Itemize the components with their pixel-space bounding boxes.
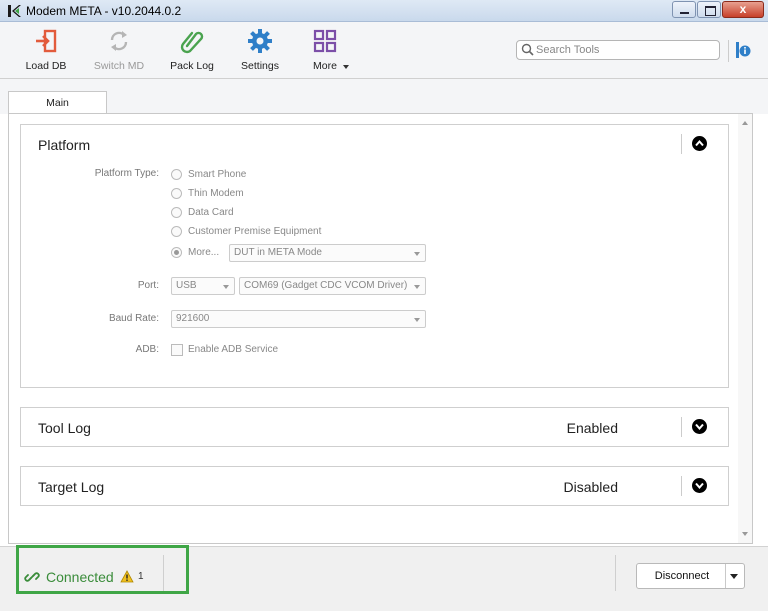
platform-panel: Platform Platform Type: Smart Phone Thin… bbox=[20, 124, 729, 388]
title-bar: Modem META - v10.2044.0.2 x bbox=[0, 0, 768, 22]
settings-button[interactable]: Settings bbox=[229, 28, 291, 76]
chevron-down-icon bbox=[414, 252, 420, 256]
meta-mode-value: DUT in META Mode bbox=[234, 247, 322, 258]
enable-adb-checkbox[interactable] bbox=[171, 344, 183, 356]
chevron-down-icon[interactable] bbox=[730, 574, 738, 579]
tool-log-title: Tool Log bbox=[38, 420, 91, 436]
disconnect-label: Disconnect bbox=[654, 570, 710, 582]
port-value: COM69 (Gadget CDC VCOM Driver) bbox=[244, 280, 408, 291]
switch-md-icon bbox=[110, 31, 128, 51]
gear-icon bbox=[248, 29, 272, 53]
enable-adb-label: Enable ADB Service bbox=[188, 344, 279, 355]
radio-label: Smart Phone bbox=[188, 169, 247, 180]
radio-dot bbox=[171, 169, 182, 180]
switch-md-label: Switch MD bbox=[93, 60, 145, 72]
paperclip-icon bbox=[180, 31, 204, 54]
scroll-up-icon[interactable] bbox=[742, 121, 748, 125]
info-panel-icon[interactable] bbox=[735, 41, 751, 59]
disconnect-button[interactable]: Disconnect bbox=[636, 563, 745, 589]
warning-count: 1 bbox=[138, 571, 144, 582]
target-log-panel: Target Log Disabled bbox=[20, 466, 729, 506]
target-log-status: Disabled bbox=[563, 479, 618, 495]
status-separator bbox=[615, 555, 616, 591]
target-log-expand-button[interactable] bbox=[692, 478, 707, 493]
status-bar: Connected 1 Disconnect bbox=[0, 545, 768, 611]
radio-label: Customer Premise Equipment bbox=[188, 226, 322, 237]
more-button[interactable]: More bbox=[294, 28, 356, 76]
tool-log-panel: Tool Log Enabled bbox=[20, 407, 729, 447]
status-separator bbox=[163, 555, 164, 591]
toolbar: Load DB Switch MD Pack Log Settings More… bbox=[0, 22, 768, 79]
radio-label: More... bbox=[188, 247, 220, 258]
split-divider bbox=[725, 564, 726, 588]
close-button[interactable]: x bbox=[722, 1, 764, 18]
radio-thin-modem[interactable]: Thin Modem bbox=[171, 187, 371, 201]
main-content: Platform Platform Type: Smart Phone Thin… bbox=[8, 113, 753, 544]
panel-divider bbox=[681, 476, 682, 496]
search-icon bbox=[521, 43, 534, 56]
load-db-icon bbox=[36, 29, 57, 53]
load-db-label: Load DB bbox=[25, 60, 67, 72]
switch-md-button[interactable]: Switch MD bbox=[88, 28, 150, 76]
radio-dot bbox=[171, 188, 182, 199]
search-box[interactable] bbox=[516, 40, 720, 60]
chevron-down-icon bbox=[695, 482, 704, 490]
load-db-button[interactable]: Load DB bbox=[15, 28, 77, 76]
panel-divider bbox=[681, 417, 682, 437]
tab-strip: Main bbox=[0, 79, 768, 115]
panel-divider bbox=[681, 134, 682, 154]
port-label: Port: bbox=[137, 280, 159, 291]
chevron-down-icon bbox=[343, 65, 349, 69]
tool-log-status: Enabled bbox=[566, 420, 618, 436]
baud-rate-select[interactable]: 921600 bbox=[171, 310, 426, 328]
chevron-down-icon bbox=[414, 285, 420, 289]
radio-dot bbox=[171, 207, 182, 218]
platform-type-label: Platform Type: bbox=[94, 168, 159, 179]
radio-customer-premise-equipment[interactable]: Customer Premise Equipment bbox=[171, 225, 371, 239]
platform-title: Platform bbox=[38, 137, 91, 153]
meta-mode-select[interactable]: DUT in META Mode bbox=[229, 244, 426, 262]
port-type-select[interactable]: USB bbox=[171, 277, 235, 295]
toolbar-separator bbox=[728, 40, 729, 62]
radio-dot bbox=[171, 247, 182, 258]
chevron-up-icon bbox=[695, 139, 704, 147]
connection-status: Connected bbox=[46, 569, 114, 585]
baud-rate-value: 921600 bbox=[176, 313, 210, 324]
close-icon: x bbox=[739, 2, 747, 16]
chevron-down-icon bbox=[695, 423, 704, 431]
warning-icon[interactable] bbox=[120, 570, 134, 583]
radio-dot bbox=[171, 226, 182, 237]
chevron-down-icon bbox=[223, 285, 229, 289]
radio-smart-phone[interactable]: Smart Phone bbox=[171, 168, 371, 182]
radio-data-card[interactable]: Data Card bbox=[171, 206, 371, 220]
search-input[interactable] bbox=[536, 42, 716, 58]
tab-main[interactable]: Main bbox=[8, 91, 107, 115]
radio-label: Thin Modem bbox=[188, 188, 244, 199]
platform-collapse-button[interactable] bbox=[692, 136, 707, 151]
adb-label: ADB: bbox=[135, 344, 159, 355]
port-type-value: USB bbox=[176, 280, 197, 291]
pack-log-button[interactable]: Pack Log bbox=[161, 28, 223, 76]
grid-icon bbox=[313, 29, 337, 53]
app-logo-icon bbox=[8, 5, 21, 17]
link-icon bbox=[24, 572, 40, 582]
pack-log-label: Pack Log bbox=[170, 60, 214, 72]
port-select[interactable]: COM69 (Gadget CDC VCOM Driver) bbox=[239, 277, 426, 295]
window-title: Modem META - v10.2044.0.2 bbox=[26, 4, 182, 18]
minimize-button[interactable] bbox=[672, 1, 696, 18]
baud-rate-label: Baud Rate: bbox=[108, 313, 159, 324]
scroll-down-icon[interactable] bbox=[742, 532, 748, 536]
radio-more[interactable]: More... bbox=[171, 246, 229, 260]
settings-label: Settings bbox=[241, 60, 279, 72]
tool-log-expand-button[interactable] bbox=[692, 419, 707, 434]
vertical-scrollbar[interactable] bbox=[738, 114, 752, 543]
target-log-title: Target Log bbox=[38, 479, 105, 495]
chevron-down-icon bbox=[414, 318, 420, 322]
maximize-button[interactable] bbox=[697, 1, 721, 18]
radio-label: Data Card bbox=[188, 207, 234, 218]
